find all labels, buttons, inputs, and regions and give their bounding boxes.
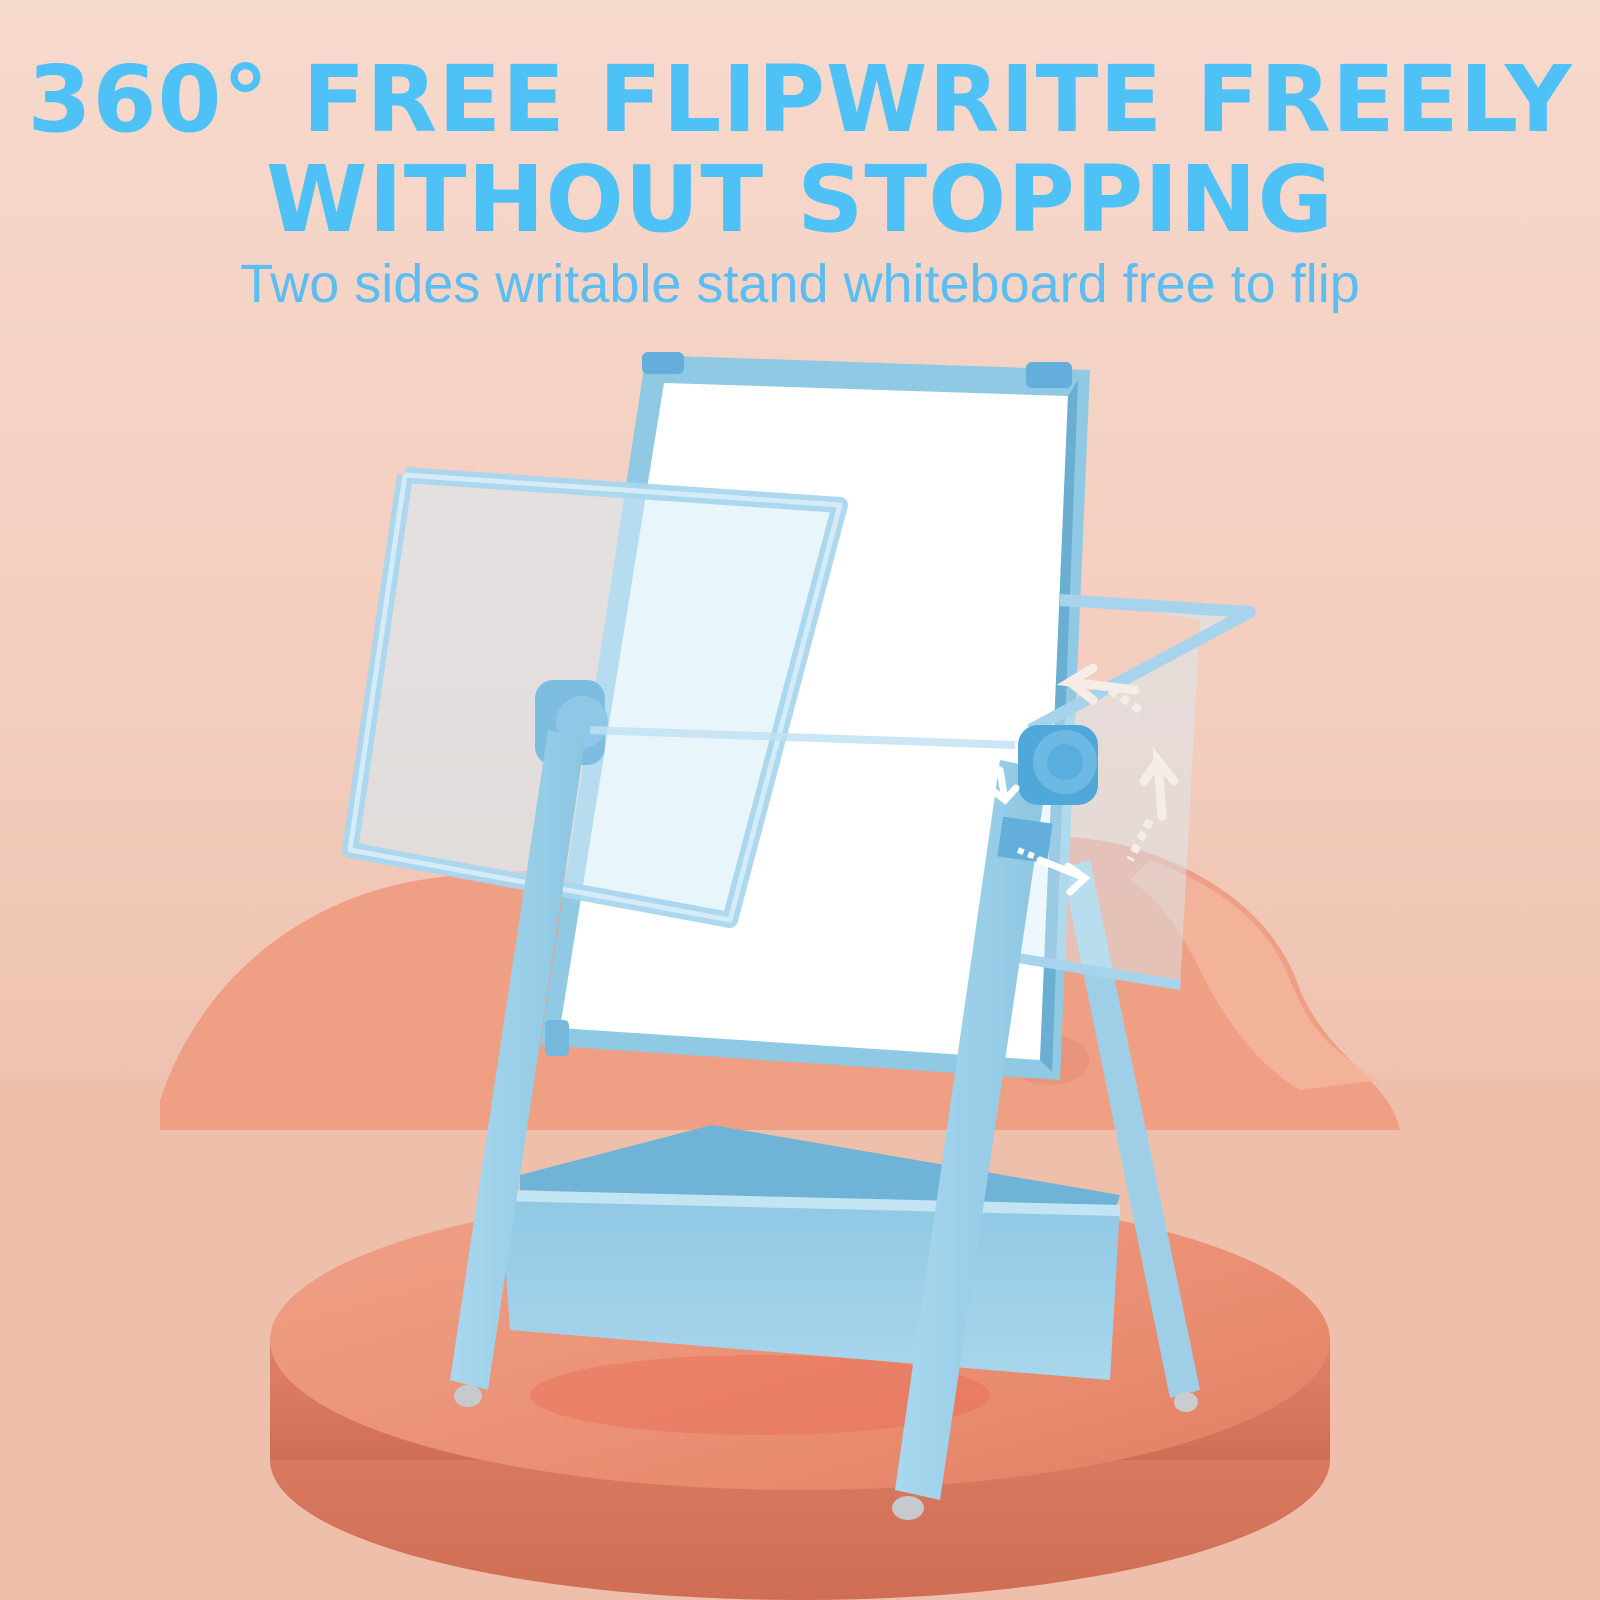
headline-line-1: 360° FREE FLIPWRITE FREELY bbox=[27, 46, 1573, 153]
subheadline: Two sides writable stand whiteboard free… bbox=[240, 254, 1360, 314]
right-pivot-knob bbox=[1018, 725, 1098, 805]
headline-line-2: WITHOUT STOPPING bbox=[266, 146, 1334, 253]
headline: 360° FREE FLIPWRITE FREELY WITHOUT STOPP… bbox=[0, 50, 1600, 250]
product-banner: 360° FREE FLIPWRITE FREELY WITHOUT STOPP… bbox=[0, 0, 1600, 1600]
